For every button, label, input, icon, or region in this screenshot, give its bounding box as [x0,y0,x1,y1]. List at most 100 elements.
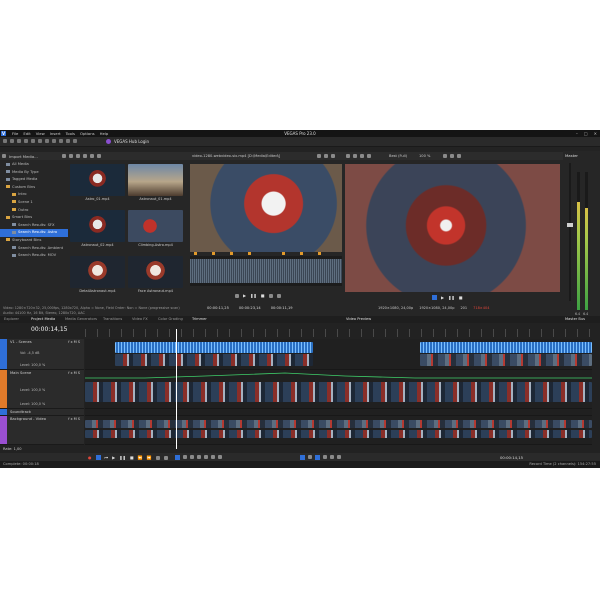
playback-rate[interactable]: Rate: 1,00 [3,447,22,451]
trimmer-loop-icon[interactable] [235,294,239,298]
preview-loop-icon[interactable] [432,295,437,300]
track-lane-background-video[interactable] [85,416,592,445]
preview-video-frame[interactable] [345,164,560,292]
track-level[interactable]: Level: 100,0 % [20,402,45,406]
copy-icon[interactable] [52,139,56,143]
auto-ripple-icon[interactable] [218,455,222,459]
marker[interactable] [300,252,303,255]
tab-explorer[interactable]: Explorer [4,317,19,321]
marker[interactable] [282,252,285,255]
import-icon[interactable] [2,154,6,158]
bin-tree-item[interactable]: Search Results: Ambient [0,245,68,253]
master-fader-track[interactable] [567,163,573,301]
tab-media-generators[interactable]: Media Generators [65,317,97,321]
stop-icon[interactable]: ■ [130,455,134,460]
split-icon[interactable] [183,455,187,459]
master-fader-handle[interactable] [567,223,573,227]
go-to-end-icon[interactable]: ⏩ [147,455,152,460]
bin-tree-item[interactable]: Storyboard Bins [0,237,68,245]
media-thumbnail[interactable]: Astronaut_02.mp4 [70,210,125,247]
trim-end-icon[interactable] [197,455,201,459]
track-solo-button[interactable]: S [78,371,81,375]
go-to-start-icon[interactable]: ⏪ [138,455,143,460]
save-snapshot-icon[interactable] [450,154,454,158]
track-level[interactable]: Level: 100,0 % [20,363,45,367]
trimmer-prev-frame-icon[interactable] [268,294,273,298]
new-project-icon[interactable] [3,139,7,143]
track-name[interactable]: V1 - Scenes [10,340,32,344]
marker[interactable] [212,252,215,255]
bin-tree-item[interactable]: Media By Type [0,169,68,177]
track-header-v1-scenes[interactable]: V1 - Scenes fxMS Vol: -4,5 dB Level: 100… [0,339,84,370]
preview-zoom-dropdown[interactable]: 100 % [419,154,430,158]
preview-stop-icon[interactable]: ■ [459,295,463,300]
tag-icon[interactable] [97,154,101,158]
tab-master-bus[interactable]: Master Bus [565,317,585,321]
close-button[interactable]: ✕ [594,131,597,136]
bin-tree-item[interactable]: Search Results: MOV [0,252,68,260]
project-properties-icon[interactable] [346,154,350,158]
prev-frame-icon[interactable] [155,455,160,460]
ai-tools-icon[interactable] [337,455,341,459]
snap-icon[interactable] [73,139,77,143]
bin-tree-item[interactable]: Search Results: SFX [0,222,68,230]
tab-project-media[interactable]: Project Media [31,317,55,321]
trimmer-length-time[interactable]: 00:00:11,19 [271,306,293,310]
track-header-soundtrack[interactable]: Soundtrack [0,409,84,416]
overlays-icon[interactable] [367,154,371,158]
normal-edit-tool-icon[interactable] [175,455,180,460]
remove-media-icon[interactable] [69,154,73,158]
play-from-start-icon[interactable]: ⏮ [105,455,109,460]
ignore-grouping-icon[interactable] [323,455,327,459]
pause-icon[interactable]: ❚❚ [119,455,126,460]
bin-tree-item[interactable]: Tagged Media [0,176,68,184]
trimmer-file-label[interactable]: video-1280-webvideo-six.mp4 [D:\Media\Ed… [192,154,280,158]
media-fx-icon[interactable] [76,154,80,158]
audio-clip[interactable] [115,342,313,353]
track-lane-main-scene[interactable] [85,370,592,409]
trimmer-in-time[interactable]: 00:00:11,25 [207,306,229,310]
marker[interactable] [248,252,251,255]
trimmer-history-icon[interactable] [317,154,321,158]
trimmer-play-icon[interactable]: ▶ [243,294,246,298]
region-tool-icon[interactable] [211,455,215,459]
track-solo-button[interactable]: S [78,417,81,421]
redo-icon[interactable] [38,139,42,143]
maximize-button[interactable]: □ [584,131,588,136]
split-screen-icon[interactable] [360,154,364,158]
preview-pause-icon[interactable]: ❚❚ [448,295,455,300]
record-icon[interactable]: ● [88,455,92,460]
smart-split-icon[interactable] [330,455,334,459]
audio-clip[interactable] [420,342,592,353]
track-header-main-scene[interactable]: Main Scene fxMS Level: 100,0 % Level: 10… [0,370,84,409]
track-composite-level[interactable]: Level: 100,0 % [20,388,45,392]
import-media-button[interactable]: Import Media... [9,154,38,159]
marker[interactable] [194,252,197,255]
marker-tool-icon[interactable] [204,455,208,459]
trimmer-settings-icon[interactable] [331,154,335,158]
timeline-cursor-time[interactable]: 00:00:14,15 [31,326,68,333]
marker[interactable] [318,252,321,255]
auto-crossfade-icon[interactable] [315,455,320,460]
play-icon[interactable]: ▶ [112,455,115,460]
snapping-icon[interactable] [300,455,305,460]
bin-tree-item[interactable]: Outro [0,207,68,215]
trimmer-video-frame[interactable] [190,164,342,252]
lock-envelopes-icon[interactable] [308,455,312,459]
transport-time[interactable]: 00:00:14,15 [500,455,523,460]
track-lane-v1-scenes[interactable] [85,339,592,370]
track-name[interactable]: Main Scene [10,371,31,375]
timeline-ruler[interactable] [85,329,592,337]
copy-snapshot-icon[interactable] [443,154,447,158]
preview-quality-dropdown[interactable]: Best (Full) [389,154,407,158]
bin-tree-item[interactable]: Smart Bins [0,214,68,222]
timeline-playhead[interactable] [176,329,177,449]
next-frame-icon[interactable] [163,455,168,460]
trimmer-waveform[interactable] [190,252,342,286]
bin-tree-item[interactable]: Intro [0,191,68,199]
media-thumbnail[interactable]: DetailAstronaut.mp4 [70,256,125,293]
video-clip[interactable] [115,354,313,366]
track-solo-button[interactable]: S [78,340,81,344]
trimmer-pause-icon[interactable]: ❚❚ [250,294,257,298]
tab-trimmer[interactable]: Trimmer [192,317,207,321]
